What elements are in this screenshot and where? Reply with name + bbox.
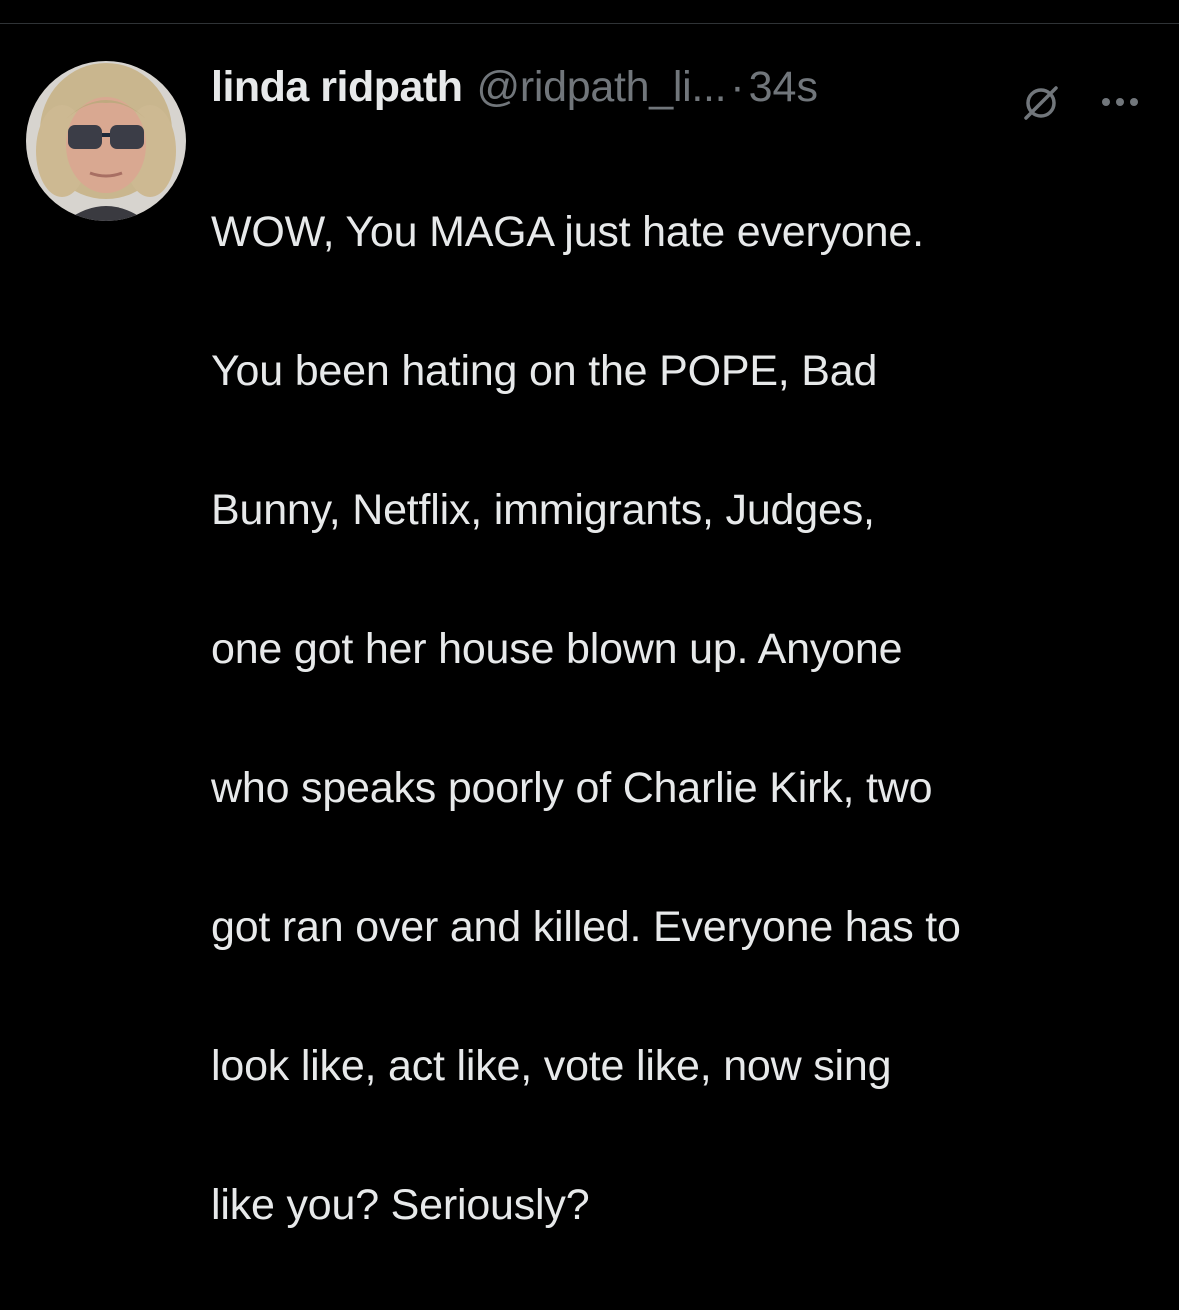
grok-slash-circle-icon[interactable] bbox=[1020, 82, 1062, 124]
tweet-text-line: one got her house blown up. Anyone bbox=[211, 624, 903, 673]
avatar[interactable] bbox=[26, 61, 186, 221]
tweet-text-line: WOW, You MAGA just hate everyone. bbox=[211, 207, 924, 256]
tweet-text-line: who speaks poorly of Charlie Kirk, two bbox=[211, 763, 933, 812]
tweet-text-line: look like, act like, vote like, now sing bbox=[211, 1041, 892, 1090]
tweet-header: linda ridpath @ridpath_li... · 34s bbox=[211, 60, 1161, 114]
tweet[interactable]: linda ridpath @ridpath_li... · 34s WOW, … bbox=[0, 24, 1179, 1229]
more-horizontal-icon[interactable] bbox=[1098, 90, 1142, 114]
display-name[interactable]: linda ridpath bbox=[211, 63, 463, 112]
separator-dot: · bbox=[730, 62, 745, 111]
tweet-text-line: got ran over and killed. Everyone has to bbox=[211, 902, 961, 951]
tweet-text-line: Bunny, Netflix, immigrants, Judges, bbox=[211, 485, 875, 534]
user-handle[interactable]: @ridpath_li... bbox=[477, 63, 727, 112]
tweet-text-line: You been hating on the POPE, Bad bbox=[211, 346, 878, 395]
timestamp[interactable]: 34s bbox=[749, 63, 818, 112]
tweet-text-line: like you? Seriously? bbox=[211, 1180, 590, 1229]
tweet-text: WOW, You MAGA just hate everyone. You be… bbox=[211, 128, 1171, 1310]
avatar-image bbox=[26, 61, 186, 221]
